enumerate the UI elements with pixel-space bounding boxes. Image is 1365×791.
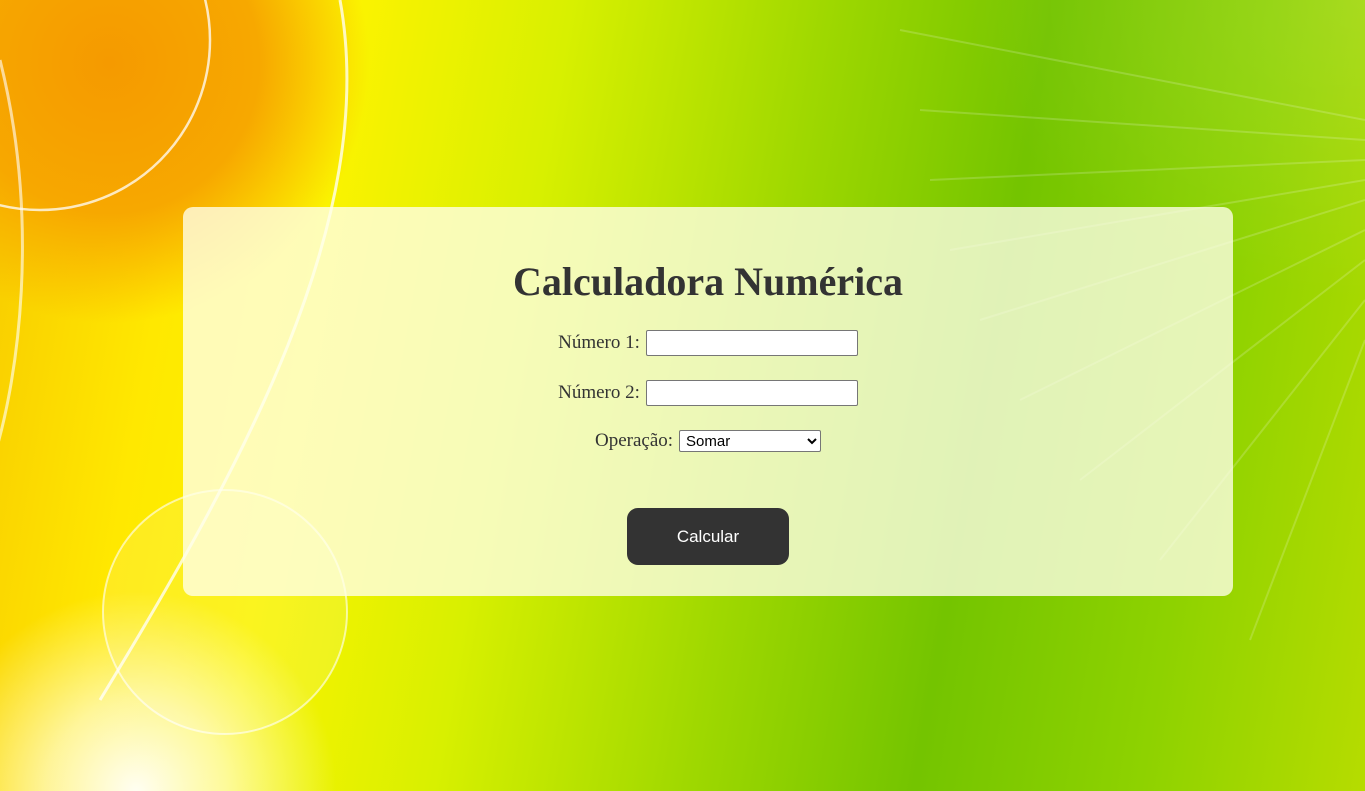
- calcular-button[interactable]: Calcular: [627, 508, 789, 565]
- page-title: Calculadora Numérica: [513, 259, 903, 304]
- operacao-row: Operação: Somar: [183, 430, 1233, 452]
- operacao-select[interactable]: Somar: [679, 430, 822, 452]
- numero2-row: Número 2:: [183, 380, 1233, 406]
- numero2-label: Número 2:: [558, 382, 640, 403]
- numero1-input[interactable]: [645, 330, 858, 356]
- numero1-label: Número 1:: [558, 332, 640, 353]
- numero1-row: Número 1:: [183, 330, 1233, 356]
- operacao-label: Operação:: [594, 430, 674, 451]
- calculator-card: Calculadora Numérica Número 1: Número 2:…: [183, 207, 1233, 596]
- numero2-input[interactable]: [645, 380, 858, 406]
